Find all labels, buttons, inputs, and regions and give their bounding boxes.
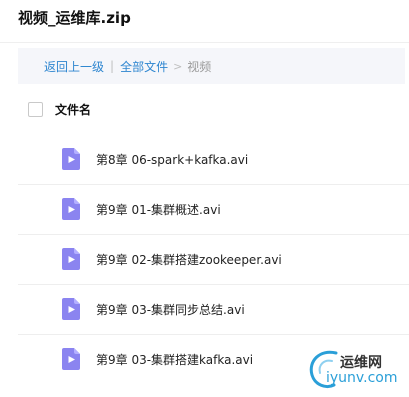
file-name: 第9章 02-集群搭建zookeeper.avi (96, 252, 282, 267)
archive-title: 视频_运维库.zip (18, 9, 131, 27)
file-list-header: 文件名 (28, 99, 91, 119)
breadcrumb-back-link[interactable]: 返回上一级 (44, 58, 104, 75)
video-file-icon (62, 198, 80, 220)
breadcrumb-separator: | (110, 59, 115, 73)
file-name: 第9章 01-集群概述.avi (96, 202, 221, 217)
select-all-checkbox[interactable] (28, 101, 43, 117)
title-divider (0, 42, 409, 43)
video-file-icon (62, 298, 80, 320)
video-file-icon (62, 148, 80, 170)
breadcrumb-all-files-link[interactable]: 全部文件 (120, 58, 168, 75)
file-name: 第9章 03-集群搭建kafka.avi (96, 352, 254, 367)
video-file-icon (62, 248, 80, 270)
watermark-logo: 运维网 iyunv.com (298, 345, 409, 397)
watermark-domain: iyunv.com (326, 370, 398, 386)
file-row[interactable]: 第9章 01-集群概述.avi (18, 184, 409, 235)
breadcrumb: 返回上一级 | 全部文件 > 视频 (18, 48, 405, 84)
file-row[interactable]: 第9章 02-集群搭建zookeeper.avi (18, 234, 409, 285)
video-file-icon (62, 348, 80, 370)
file-row[interactable]: 第9章 03-集群同步总结.avi (18, 284, 409, 335)
watermark-name: 运维网 (340, 355, 382, 371)
file-name: 第9章 03-集群同步总结.avi (96, 302, 245, 317)
breadcrumb-arrow-icon: > (173, 59, 183, 73)
file-row[interactable]: 第8章 06-spark+kafka.avi (18, 134, 409, 185)
file-name-column-header: 文件名 (55, 102, 92, 117)
file-name: 第8章 06-spark+kafka.avi (96, 152, 249, 167)
breadcrumb-current: 视频 (187, 59, 212, 74)
